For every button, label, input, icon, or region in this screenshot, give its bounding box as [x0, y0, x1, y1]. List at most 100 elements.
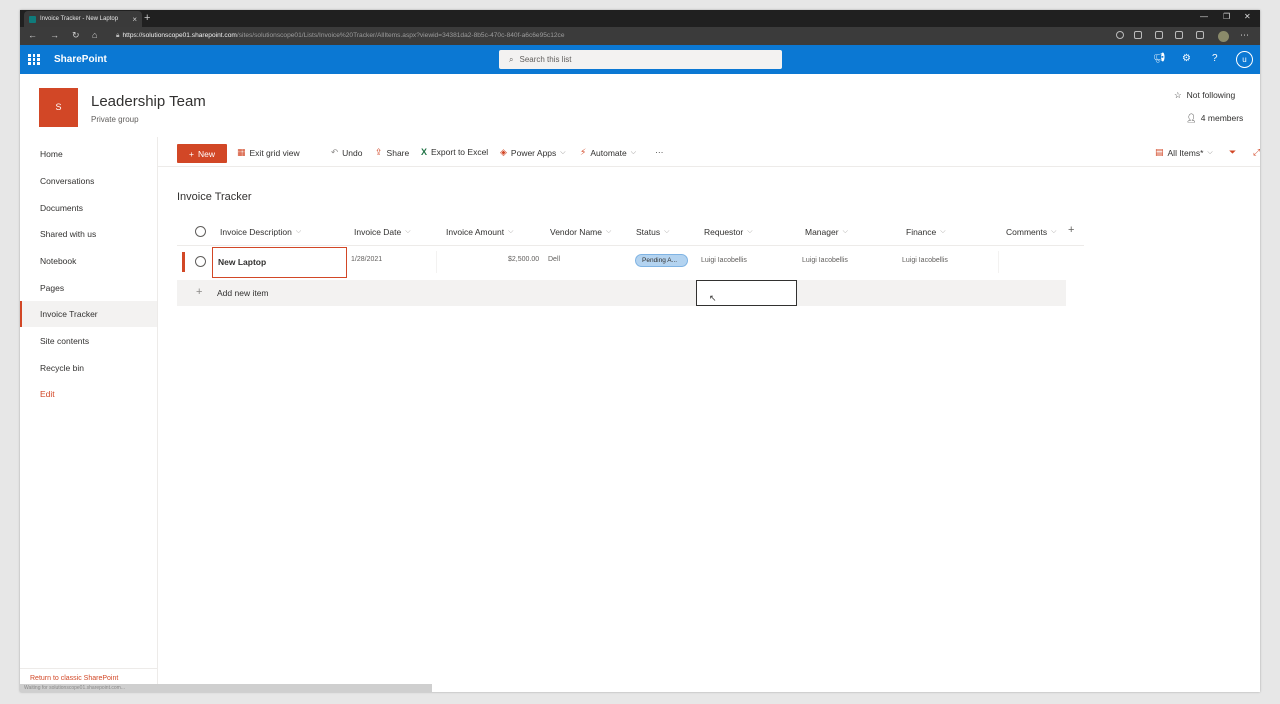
nav-item-pages[interactable]: Pages [20, 275, 157, 301]
column-header-status[interactable]: Status ⌵ [636, 227, 669, 237]
cell-divider [998, 251, 999, 273]
cell-invoice-amount[interactable]: $2,500.00 [508, 256, 539, 263]
suite-bar: SharePoint ⌕ Search this list 📢︎ ⚙ ? u [20, 45, 1260, 74]
search-placeholder: Search this list [519, 55, 572, 64]
column-label: Finance [906, 227, 937, 237]
column-label: Requestor [704, 227, 744, 237]
chevron-down-icon: ⌵ [560, 148, 566, 156]
zoom-icon[interactable] [1116, 31, 1124, 39]
cell-invoice-date[interactable]: 1/28/2021 [351, 256, 382, 263]
cell-requestor[interactable]: Luigi Iacobellis [701, 257, 747, 264]
reading-view-icon[interactable] [1134, 31, 1142, 39]
cell-finance[interactable]: Luigi Iacobellis [902, 257, 948, 264]
list-title: Invoice Tracker [177, 191, 252, 203]
help-icon[interactable]: ? [1212, 54, 1218, 64]
browser-menu-icon[interactable]: ⋯ [1240, 30, 1249, 41]
filter-button[interactable]: ⏷ [1229, 147, 1236, 158]
share-button[interactable]: ⇪ Share [375, 147, 409, 158]
nav-item-site-contents[interactable]: Site contents [20, 328, 157, 354]
megaphone-icon[interactable]: 📢︎ [1153, 54, 1166, 64]
add-column-icon[interactable]: + [1068, 224, 1074, 236]
excel-icon: X [421, 147, 428, 157]
column-header-invoice-description[interactable]: Invoice Description ⌵ [220, 227, 301, 237]
command-bar: + New ▦ Exit grid view ↶ Undo ⇪ Share X … [158, 137, 1260, 167]
new-tab-icon[interactable]: + [144, 12, 150, 24]
nav-item-conversations[interactable]: Conversations [20, 168, 157, 194]
row-select-radio[interactable] [195, 256, 206, 267]
url-field[interactable]: 🔒︎ https://solutionscope01.sharepoint.co… [116, 30, 1106, 42]
nav-item-home[interactable]: Home [20, 141, 157, 167]
settings-gear-icon[interactable]: ⚙ [1182, 54, 1191, 64]
column-header-invoice-amount[interactable]: Invoice Amount ⌵ [446, 227, 513, 237]
site-title[interactable]: Leadership Team [91, 93, 206, 110]
favorites-icon[interactable] [1175, 31, 1183, 39]
browser-profile-avatar[interactable] [1218, 31, 1229, 42]
user-avatar[interactable]: u [1236, 51, 1253, 68]
members-label: 4 members [1200, 113, 1244, 123]
column-header-manager[interactable]: Manager ⌵ [805, 227, 848, 237]
column-header-invoice-date[interactable]: Invoice Date ⌵ [354, 227, 411, 237]
collections-icon[interactable] [1196, 31, 1204, 39]
minimize-icon[interactable]: — [1200, 12, 1208, 21]
undo-button[interactable]: ↶ Undo [331, 147, 362, 158]
exit-grid-view-label: Exit grid view [249, 147, 300, 158]
home-icon[interactable]: ⌂ [92, 30, 97, 40]
nav-item-recycle-bin[interactable]: Recycle bin [20, 355, 157, 381]
status-badge[interactable]: Pending A... [635, 254, 688, 267]
url-path: /sites/solutionscope01/Lists/Invoice%20T… [236, 32, 565, 39]
grid-icon: ▦ [237, 147, 246, 157]
follow-button[interactable]: ☆ Not following [1174, 90, 1235, 101]
view-label: All Items* [1167, 147, 1204, 158]
nav-item-documents[interactable]: Documents [20, 195, 157, 221]
column-header-comments[interactable]: Comments ⌵ [1006, 227, 1056, 237]
window-close-icon[interactable]: ✕ [1244, 12, 1251, 21]
exit-grid-view-button[interactable]: ▦ Exit grid view [237, 147, 300, 158]
nav-item-invoice-tracker[interactable]: Invoice Tracker [20, 301, 157, 327]
site-logo[interactable]: S [39, 88, 78, 127]
search-box[interactable]: ⌕ Search this list [499, 50, 782, 69]
back-icon[interactable]: ← [28, 30, 37, 40]
site-subtitle: Private group [91, 115, 139, 124]
browser-status-text: Waiting for solutionscope01.sharepoint.c… [20, 684, 432, 692]
more-commands-button[interactable]: ··· [655, 147, 664, 157]
column-label: Comments [1006, 227, 1048, 237]
undo-icon: ↶ [331, 147, 339, 157]
view-selector[interactable]: ▤ All Items* ⌵ [1155, 147, 1213, 158]
expand-button[interactable]: ⤢ [1253, 147, 1260, 158]
refresh-icon[interactable]: ↻ [72, 30, 80, 41]
nav-item-notebook[interactable]: Notebook [20, 248, 157, 274]
column-header-requestor[interactable]: Requestor ⌵ [704, 227, 753, 237]
cell-manager[interactable]: Luigi Iacobellis [802, 257, 848, 264]
favorite-star-icon[interactable] [1155, 31, 1163, 39]
chevron-down-icon: ⌵ [747, 228, 753, 235]
power-apps-button[interactable]: ◈ Power Apps ⌵ [500, 147, 566, 158]
column-header-finance[interactable]: Finance ⌵ [906, 227, 946, 237]
cell-vendor-name[interactable]: Dell [548, 256, 560, 263]
export-label: Export to Excel [431, 147, 489, 157]
sharepoint-brand[interactable]: SharePoint [54, 54, 107, 65]
members-button[interactable]: 👤︎ 4 members [1186, 113, 1243, 124]
automate-button[interactable]: ⚡︎ Automate ⌵ [580, 147, 636, 158]
chevron-down-icon: ⌵ [630, 148, 637, 156]
cell-invoice-description-editing[interactable]: New Laptop [212, 247, 347, 278]
column-header-vendor-name[interactable]: Vendor Name ⌵ [550, 227, 611, 237]
follow-label: Not following [1186, 90, 1236, 100]
forward-icon[interactable]: → [50, 30, 59, 40]
undo-label: Undo [342, 147, 363, 158]
chevron-down-icon: ⌵ [405, 228, 411, 235]
browser-tab[interactable]: Invoice Tracker - New Laptop × [24, 11, 142, 27]
mouse-cursor-icon: ↖ [709, 293, 717, 303]
restore-icon[interactable]: ❐ [1223, 12, 1230, 21]
header-divider [177, 245, 1084, 246]
nav-item-shared-with-us[interactable]: Shared with us [20, 221, 157, 247]
new-button-label: New [197, 148, 215, 159]
nav-edit-link[interactable]: Edit [20, 381, 157, 407]
sharepoint-favicon-icon [29, 15, 36, 23]
new-button[interactable]: + New [177, 144, 227, 163]
export-to-excel-button[interactable]: X Export to Excel [421, 147, 488, 157]
add-new-item-row[interactable]: + Add new item [177, 280, 1066, 306]
close-tab-icon[interactable]: × [132, 15, 137, 24]
app-launcher-icon[interactable] [28, 54, 40, 65]
chevron-down-icon: ⌵ [295, 228, 302, 235]
select-all-radio[interactable] [195, 226, 206, 237]
